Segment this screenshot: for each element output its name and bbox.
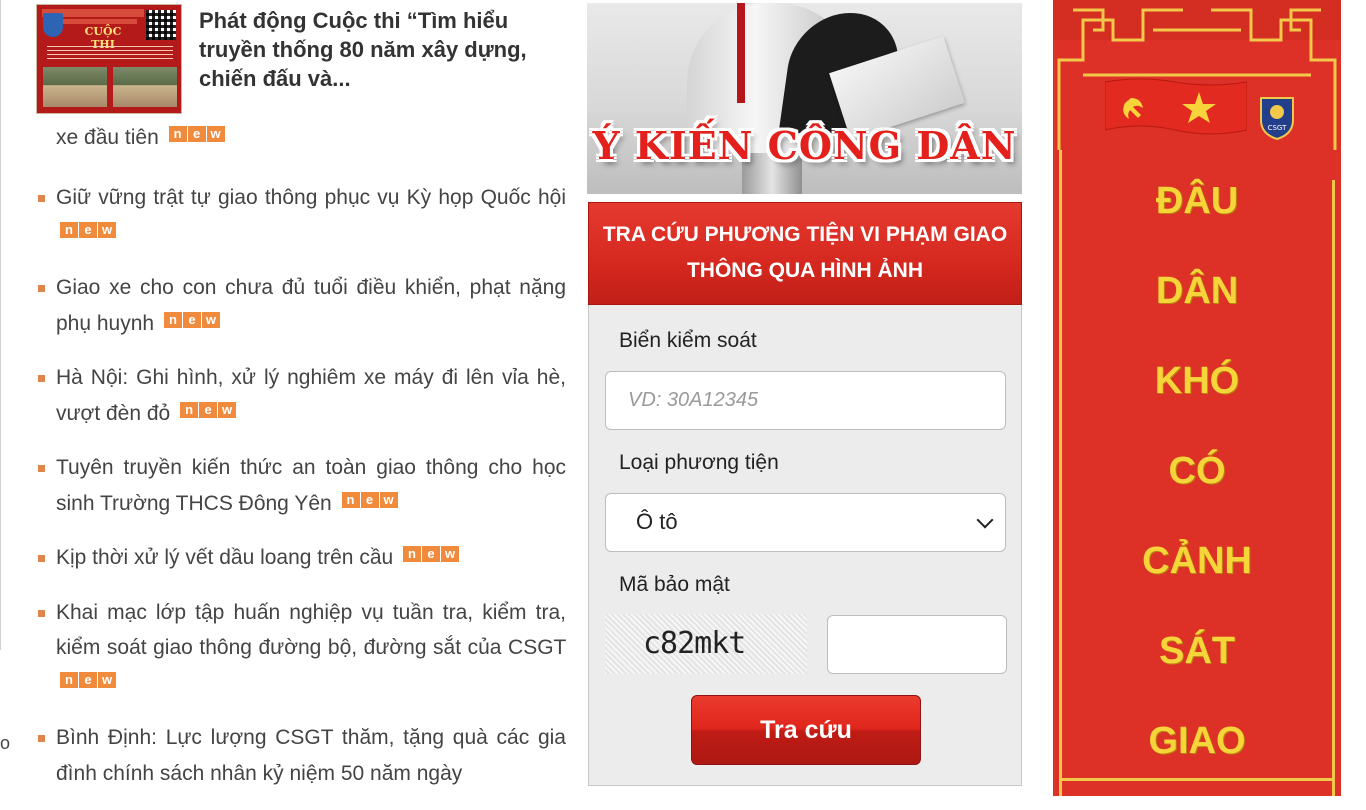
new-badge-icon: new: [163, 311, 220, 328]
thumbnail-photo: [113, 67, 177, 107]
list-item[interactable]: Giữ vững trật tự giao thông phục vụ Kỳ h…: [36, 180, 566, 251]
svg-text:CSGT: CSGT: [1268, 124, 1288, 132]
qr-code-icon: [146, 10, 176, 40]
new-badge-icon: new: [341, 491, 398, 508]
csgt-emblem-icon: CSGT: [1260, 97, 1294, 140]
vehicle-type-select[interactable]: Ô tô: [605, 493, 1006, 552]
captcha-input[interactable]: [827, 615, 1007, 674]
bullet-icon: [38, 555, 45, 562]
bullet-icon: [38, 285, 45, 292]
search-button[interactable]: Tra cứu: [691, 695, 921, 765]
column-divider: [0, 0, 1, 650]
news-item-partial[interactable]: xe đầu tiên new: [56, 126, 225, 150]
violation-lookup-form: TRA CỨU PHƯƠNG TIỆN VI PHẠM GIAO THÔNG Q…: [588, 202, 1022, 786]
chevron-down-icon: [976, 511, 994, 529]
news-item-text[interactable]: xe đầu tiên: [56, 126, 159, 149]
captcha-label: Mã bảo mật: [619, 573, 730, 596]
news-item-link[interactable]: Kịp thời xử lý vết dầu loang trên cầu: [56, 546, 393, 569]
news-column: o CUỘC THI Phát động Cuộc thi “Tìm hiểu …: [0, 0, 580, 796]
slogan-panel[interactable]: CSGT ĐÂU DÂN KHÓ CÓ CẢNH SÁT GIAO: [1053, 0, 1341, 796]
news-item-link[interactable]: Giữ vững trật tự giao thông phục vụ Kỳ h…: [56, 186, 566, 209]
banner-title: Ý KIẾN CÔNG DÂN: [592, 123, 1017, 168]
new-badge-icon: new: [60, 221, 116, 238]
news-item-link[interactable]: Bình Định: Lực lượng CSGT thăm, tặng quà…: [56, 726, 566, 785]
slogan-word: CÓ: [1168, 450, 1226, 492]
new-badge-icon: new: [180, 401, 237, 418]
list-item[interactable]: Giao xe cho con chưa đủ tuổi điều khiển,…: [36, 270, 566, 341]
slogan-word: KHÓ: [1154, 360, 1240, 402]
list-item[interactable]: Hà Nội: Ghi hình, xử lý nghiêm xe máy đi…: [36, 360, 566, 431]
captcha-image: c82mkt: [605, 614, 807, 674]
featured-article[interactable]: CUỘC THI Phát động Cuộc thi “Tìm hiểu tr…: [36, 4, 566, 122]
new-badge-icon: new: [168, 126, 225, 143]
slogan-word: GIAO: [1148, 720, 1246, 762]
featured-article-title[interactable]: Phát động Cuộc thi “Tìm hiểu truyền thốn…: [199, 6, 569, 93]
flags-icon: [1105, 78, 1247, 135]
list-item[interactable]: Kịp thời xử lý vết dầu loang trên cầu ne…: [36, 540, 566, 576]
bullet-icon: [38, 609, 45, 617]
news-item-link[interactable]: Giao xe cho con chưa đủ tuổi điều khiển,…: [56, 276, 566, 335]
lookup-form-title: TRA CỨU PHƯƠNG TIỆN VI PHẠM GIAO THÔNG Q…: [588, 202, 1022, 305]
slogan-word: DÂN: [1155, 270, 1239, 312]
new-badge-icon: new: [60, 671, 116, 688]
vehicle-type-label: Loại phương tiện: [619, 451, 779, 474]
vehicle-type-value: Ô tô: [636, 509, 678, 534]
bullet-icon: [38, 735, 45, 742]
news-list: Giữ vững trật tự giao thông phục vụ Kỳ h…: [36, 180, 566, 810]
bullet-icon: [38, 375, 45, 382]
news-item-link[interactable]: Tuyên truyền kiến thức an toàn giao thôn…: [56, 456, 566, 515]
list-item[interactable]: Tuyên truyền kiến thức an toàn giao thôn…: [36, 450, 566, 521]
citizen-feedback-banner[interactable]: Ý KIẾN CÔNG DÂN: [587, 3, 1022, 194]
slogan-word: SÁT: [1159, 630, 1235, 672]
list-item[interactable]: Khai mạc lớp tập huấn nghiệp vụ tuần tra…: [36, 595, 566, 702]
slogan-word: CẢNH: [1142, 540, 1252, 582]
bullet-icon: [38, 195, 45, 202]
slogan-word: ĐÂU: [1155, 180, 1239, 222]
edge-text-fragment: o: [0, 733, 11, 753]
featured-article-thumbnail[interactable]: CUỘC THI: [36, 4, 182, 114]
plate-input[interactable]: [605, 371, 1006, 430]
police-badge-icon: [43, 13, 63, 37]
list-item[interactable]: Bình Định: Lực lượng CSGT thăm, tặng quà…: [36, 720, 566, 791]
plate-label: Biển kiểm soát: [619, 329, 757, 352]
news-item-link[interactable]: Hà Nội: Ghi hình, xử lý nghiêm xe máy đi…: [56, 366, 566, 425]
new-badge-icon: new: [403, 546, 460, 563]
thumbnail-photo: [43, 67, 107, 107]
news-item-link[interactable]: Khai mạc lớp tập huấn nghiệp vụ tuần tra…: [56, 601, 566, 660]
bullet-icon: [38, 465, 45, 472]
